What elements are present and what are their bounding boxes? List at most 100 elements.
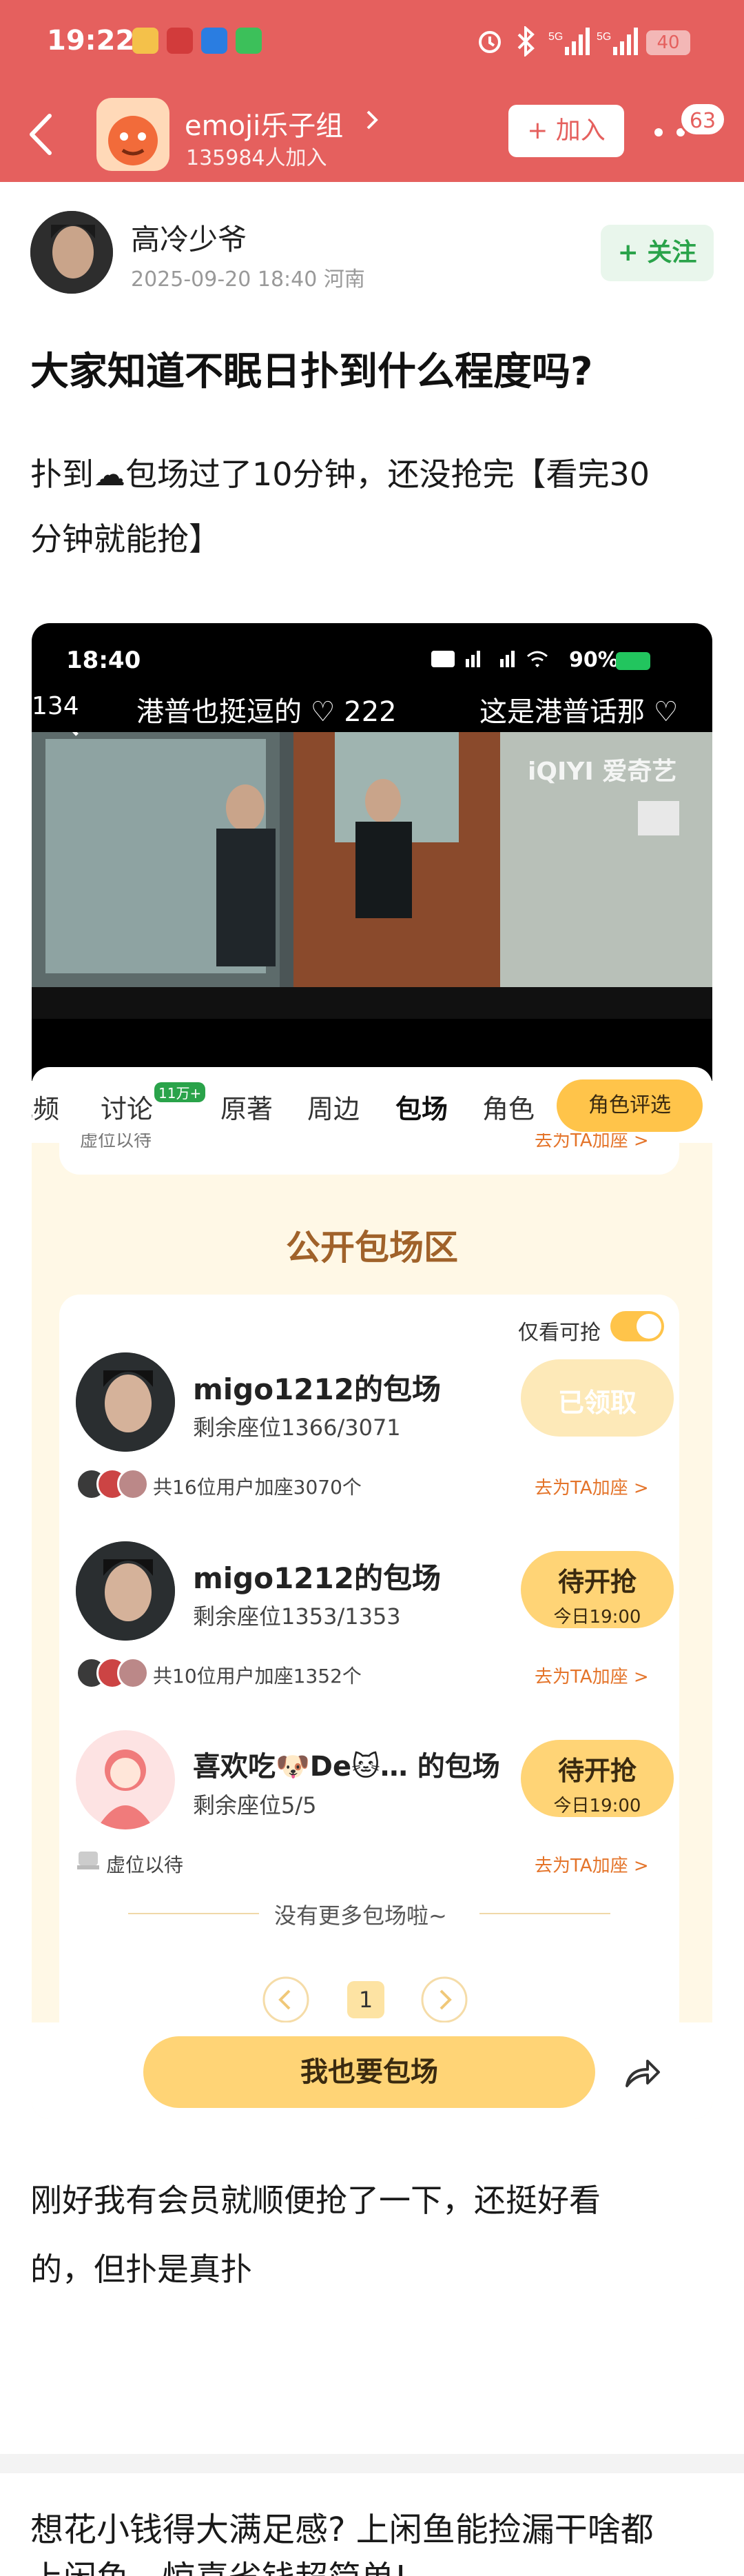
iqiyi-logo: iQIYI 爱奇艺 xyxy=(528,758,677,786)
next-post-line2[interactable]: 上闲鱼，惊喜省钱超简单! xyxy=(30,2550,407,2576)
venue-avatar xyxy=(76,1541,175,1641)
default-user-avatar-image xyxy=(96,1750,154,1829)
group-member-count: 135984人加入 xyxy=(186,146,327,170)
tab-merch[interactable]: 周边 xyxy=(307,1088,360,1126)
add-seat-link[interactable]: 去为TA加座 > xyxy=(535,1474,649,1499)
danmu-2: 这是港普话那 ♡ xyxy=(479,696,679,728)
only-available-label: 仅看可抢 xyxy=(518,1321,601,1345)
more-icon[interactable] xyxy=(654,125,685,139)
shop-app-icon xyxy=(167,28,193,54)
battery-indicator: 40 xyxy=(646,30,690,55)
video-frame[interactable]: iQIYI 爱奇艺 xyxy=(32,732,712,1019)
no-more-text: 没有更多包场啦~ xyxy=(274,1903,447,1929)
only-available-toggle[interactable] xyxy=(610,1311,664,1341)
tab-screening[interactable]: 包场 xyxy=(395,1088,448,1126)
venue-row[interactable]: migo1212的包场 剩余座位1353/1353 待开抢 今日19:00 共1… xyxy=(76,1541,674,1700)
shot-battery-icon xyxy=(616,652,650,670)
status-time: 19:22 xyxy=(47,25,135,57)
venue-seats: 剩余座位1366/3071 xyxy=(193,1414,401,1441)
joiner-avatar xyxy=(117,1468,149,1500)
post-separator xyxy=(0,2454,744,2473)
venue-joined: 共16位用户加座3070个 xyxy=(153,1476,362,1499)
group-avatar[interactable] xyxy=(96,98,169,171)
tab-roles[interactable]: 角色 xyxy=(482,1088,535,1126)
add-seat-link[interactable]: 去为TA加座 > xyxy=(535,1663,649,1688)
cropped-label-right: 去为TA加座 > xyxy=(535,1133,649,1151)
join-group-button[interactable]: + 加入 xyxy=(508,105,624,157)
svg-text:5G: 5G xyxy=(548,31,563,43)
video-top-area: 18:40 90% 134 港普也挺逗的 ♡ 222 这是港普话那 ♡ xyxy=(32,623,712,732)
next-post-line1[interactable]: 想花小钱得大满足感? 上闲鱼能捡漏干啥都 xyxy=(30,2502,654,2550)
post-image[interactable]: 18:40 90% 134 港普也挺逗的 ♡ 222 这是港普话那 ♡ iQIY… xyxy=(32,623,712,2119)
back-icon[interactable] xyxy=(28,113,55,156)
grab-pending-button[interactable]: 待开抢 今日19:00 xyxy=(521,1551,674,1628)
venue-seats: 剩余座位1353/1353 xyxy=(193,1603,401,1630)
create-screening-button[interactable]: 我也要包场 xyxy=(143,2036,595,2108)
detail-tabs: 视频 讨论 11万+ 原著 周边 包场 角色 角色评选 xyxy=(32,1067,712,1143)
author-avatar-image xyxy=(30,211,113,294)
cropped-label-left: 虚位以待 xyxy=(80,1133,152,1151)
venue-avatar-image xyxy=(76,1352,175,1452)
follow-button[interactable]: + 关注 xyxy=(601,225,714,281)
bluetooth-icon xyxy=(517,26,535,57)
chevron-right-icon xyxy=(366,110,378,130)
author-name[interactable]: 高冷少爷 xyxy=(131,216,247,258)
page-number[interactable]: 1 xyxy=(347,1981,384,2018)
post-footer-line2: 的，但扑是真扑 xyxy=(30,2251,252,2288)
tab-novel[interactable]: 原著 xyxy=(220,1088,273,1126)
group-name[interactable]: emoji乐子组 xyxy=(185,103,343,143)
divider-right xyxy=(479,1913,610,1914)
venue-name: migo1212的包场 xyxy=(193,1561,441,1595)
venue-name: 喜欢吃🐶De🐱… 的包场 xyxy=(193,1751,500,1783)
venue-joined: 虚位以待 xyxy=(106,1854,184,1876)
game-app-icon xyxy=(132,28,158,54)
share-icon[interactable] xyxy=(623,2054,661,2090)
venue-avatar xyxy=(76,1352,175,1452)
svg-text:5G: 5G xyxy=(597,31,611,43)
tab-discuss[interactable]: 讨论 xyxy=(101,1088,153,1126)
cropped-card: 虚位以待 去为TA加座 > xyxy=(59,1133,679,1175)
shot-battery: 90% xyxy=(569,648,619,672)
message-app-icon xyxy=(236,28,262,54)
tab-video[interactable]: 视频 xyxy=(32,1088,59,1126)
seat-icon xyxy=(77,1852,99,1869)
group-avatar-image xyxy=(108,116,158,165)
post-title: 大家知道不眠日扑到什么程度吗? xyxy=(30,349,593,394)
notification-badge: 63 xyxy=(679,102,726,136)
group-header: emoji乐子组 135984人加入 + 加入 63 xyxy=(0,87,744,182)
venue-list-card: 仅看可抢 migo1212的包场 剩余座位1366/3071 已领取 共16位用… xyxy=(59,1295,679,2087)
divider-left xyxy=(128,1913,259,1914)
discuss-count-badge: 11万+ xyxy=(154,1082,206,1102)
claimed-button[interactable]: 已领取 xyxy=(521,1359,674,1437)
venue-avatar xyxy=(76,1730,175,1829)
alarm-icon xyxy=(479,31,501,53)
status-bar: 19:22 5G 5G 40 xyxy=(0,0,744,87)
shot-signal-icons xyxy=(431,651,548,668)
cta-bar: 我也要包场 xyxy=(32,2022,712,2119)
prev-page-icon[interactable] xyxy=(262,1976,310,2024)
joiner-avatar xyxy=(117,1657,149,1689)
danmu-1: 港普也挺逗的 ♡ 222 xyxy=(136,696,397,728)
venue-seats: 剩余座位5/5 xyxy=(193,1792,317,1818)
venue-row[interactable]: 喜欢吃🐶De🐱… 的包场 剩余座位5/5 待开抢 今日19:00 虚位以待 去为… xyxy=(76,1730,674,1889)
grab-pending-button[interactable]: 待开抢 今日19:00 xyxy=(521,1740,674,1817)
venue-name: migo1212的包场 xyxy=(193,1372,441,1406)
venue-joined: 共10位用户加座1352个 xyxy=(153,1665,362,1687)
role-eval-button[interactable]: 角色评选 xyxy=(557,1079,703,1132)
next-page-icon[interactable] xyxy=(420,1976,468,2024)
shot-time: 18:40 xyxy=(66,647,141,674)
video-back-icon[interactable] xyxy=(56,732,84,739)
danmu-num: 134 xyxy=(32,692,79,720)
baidu-app-icon xyxy=(201,28,227,54)
post-body-line1: 扑到☁包场过了10分钟，还没抢完【看完30 xyxy=(30,456,650,493)
post-footer-line1: 刚好我有会员就顺便抢了一下，还挺好看 xyxy=(30,2182,601,2219)
post-body-line2: 分钟就能抢】 xyxy=(30,520,220,558)
signal-2-icon: 5G xyxy=(597,28,638,55)
add-seat-link[interactable]: 去为TA加座 > xyxy=(535,1852,649,1877)
author-avatar[interactable] xyxy=(30,211,113,294)
signal-icon: 5G xyxy=(548,28,590,55)
venue-row[interactable]: migo1212的包场 剩余座位1366/3071 已领取 共16位用户加座30… xyxy=(76,1352,674,1511)
section-title: 公开包场区 xyxy=(286,1228,458,1268)
post-meta: 2025-09-20 18:40 河南 xyxy=(131,267,365,292)
venue-avatar-image xyxy=(76,1541,175,1641)
